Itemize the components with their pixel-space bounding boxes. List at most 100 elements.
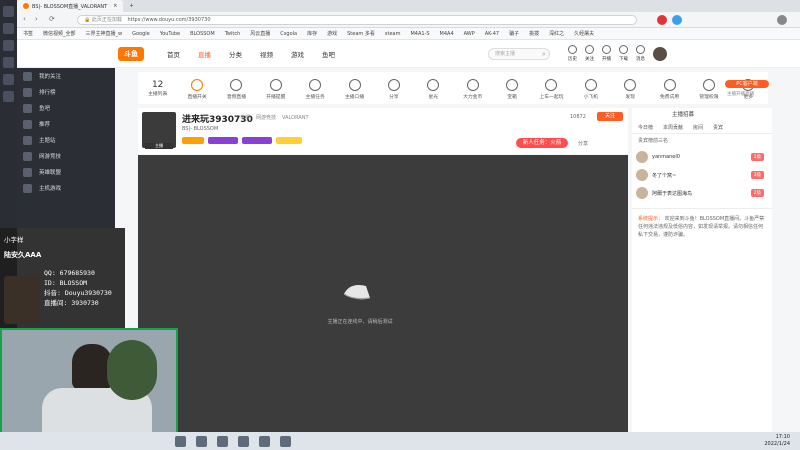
new-tab-button[interactable]: + bbox=[123, 0, 139, 12]
bookmark-item[interactable]: 库存 bbox=[307, 30, 317, 37]
close-tab-icon[interactable]: × bbox=[113, 3, 117, 9]
bookmark-item[interactable]: Google bbox=[132, 31, 150, 37]
bookmark-item[interactable]: 微信视频_全部 bbox=[43, 30, 76, 37]
tab-today[interactable]: 今日榜 bbox=[638, 124, 653, 131]
anchor-list-button[interactable]: 12 主播列表 bbox=[138, 80, 177, 97]
task-button[interactable]: 新人任务：火箭 bbox=[516, 138, 568, 148]
tab-room[interactable]: 房间 bbox=[693, 124, 703, 131]
video-player[interactable] bbox=[138, 155, 628, 432]
bookmark-item[interactable]: Twitch bbox=[225, 31, 241, 37]
search-icon[interactable]: ⌕ bbox=[542, 50, 546, 59]
bookmark-item[interactable]: 久经屠夫 bbox=[574, 30, 594, 37]
sidebar-item-games[interactable]: 网游竞技 bbox=[17, 148, 115, 164]
tool-live-switch[interactable]: 直播开关 bbox=[177, 77, 216, 100]
nav-yuba[interactable]: 鱼吧 bbox=[322, 49, 335, 59]
bookmark-item[interactable]: steam bbox=[385, 31, 401, 37]
rank-row[interactable]: 冬了个窝~ 3级 bbox=[632, 166, 772, 184]
bookmark-item[interactable]: M4A1-S bbox=[410, 31, 429, 37]
tool-car[interactable]: 上车一起玩 bbox=[532, 77, 571, 100]
tool-admin[interactable]: 管理权限 bbox=[689, 77, 728, 100]
messages-button[interactable]: 消息 bbox=[636, 45, 645, 62]
share-link[interactable]: 分享 bbox=[578, 140, 588, 147]
bookmark-item[interactable]: Steam 多看 bbox=[347, 30, 375, 37]
app-icon[interactable] bbox=[3, 91, 14, 102]
bookmark-item[interactable]: BLOSSOM bbox=[190, 31, 215, 37]
app-icon[interactable] bbox=[3, 74, 14, 85]
tool-trial[interactable]: 免费试用 bbox=[650, 77, 689, 100]
follow-list-button[interactable]: 关注 bbox=[585, 45, 594, 62]
pc-client-button[interactable]: PC客户端 bbox=[725, 80, 769, 88]
app-icon[interactable] bbox=[3, 6, 14, 17]
taskbar-app-icon[interactable] bbox=[238, 435, 249, 447]
sidebar-item-label: 鱼吧 bbox=[39, 106, 51, 112]
search-input[interactable]: 搜索主播 bbox=[488, 48, 550, 60]
nav-video[interactable]: 视频 bbox=[260, 49, 273, 59]
system-clock[interactable]: 17:10 2022/1/24 bbox=[764, 434, 790, 448]
tool-voice[interactable]: 主播口播 bbox=[335, 77, 374, 100]
extension-icon[interactable] bbox=[672, 15, 682, 25]
bookmark-item[interactable]: 骗子 bbox=[509, 30, 519, 37]
profile-icon[interactable] bbox=[777, 15, 787, 25]
tool-plane[interactable]: 小飞机 bbox=[571, 77, 610, 100]
rank-row[interactable]: yanmanel0 1级 bbox=[632, 148, 772, 166]
browser-tab-active[interactable]: BS|- BLOSSOM直播_VALORANT × bbox=[17, 0, 124, 12]
taskbar-app-icon[interactable] bbox=[217, 435, 228, 447]
tool-reminder[interactable]: 开播提醒 bbox=[256, 77, 295, 100]
bookmark-item[interactable]: M4A4 bbox=[440, 31, 454, 37]
forward-icon[interactable]: › bbox=[35, 15, 38, 23]
sidebar-item-lol[interactable]: 英雄联盟 bbox=[17, 164, 115, 180]
game-link[interactable]: VALORANT bbox=[282, 115, 309, 121]
tool-tasks[interactable]: 主播任务 bbox=[296, 77, 335, 100]
douyu-logo[interactable]: 斗鱼 bbox=[118, 47, 144, 61]
sidebar-item-recommend[interactable]: 推荐 bbox=[17, 116, 115, 132]
nav-games[interactable]: 游戏 bbox=[291, 49, 304, 59]
taskbar-app-icon[interactable] bbox=[259, 435, 270, 447]
sidebar-item-console[interactable]: 主机游戏 bbox=[17, 180, 115, 196]
tool-chest[interactable]: 宝箱 bbox=[492, 77, 531, 100]
sidebar-item-yuba[interactable]: 鱼吧 bbox=[17, 100, 115, 116]
back-icon[interactable]: ‹ bbox=[23, 15, 26, 23]
sidebar-item-following[interactable]: 我的关注 bbox=[17, 68, 115, 84]
bookmark-item[interactable]: 游戏 bbox=[327, 30, 337, 37]
rank-row[interactable]: 阿爾于表达图海鸟 2级 bbox=[632, 184, 772, 202]
user-avatar[interactable] bbox=[653, 46, 667, 61]
nav-live[interactable]: 直播 bbox=[198, 49, 211, 59]
app-icon[interactable] bbox=[3, 23, 14, 34]
bookmark-item[interactable]: YouTube bbox=[160, 31, 180, 37]
report-link[interactable]: 举报 bbox=[240, 114, 250, 121]
recruit-header[interactable]: 主播招募 bbox=[632, 108, 772, 122]
bookmark-item[interactable]: 风云直播 bbox=[250, 30, 270, 37]
tool-coins[interactable]: 大力金币 bbox=[453, 77, 492, 100]
history-button[interactable]: 历史 bbox=[568, 45, 577, 62]
nav-home[interactable]: 首页 bbox=[167, 49, 180, 59]
tab-vip[interactable]: 贵宾 bbox=[713, 124, 723, 131]
url-input[interactable]: 🔒 此页正在加载 https://www.douyu.com/3930730 bbox=[77, 15, 637, 25]
download-button[interactable]: 下载 bbox=[619, 45, 628, 62]
tool-audio[interactable]: 音频直播 bbox=[217, 77, 256, 100]
bookmark-item[interactable]: 挑拨 bbox=[529, 30, 539, 37]
tool-discover[interactable]: 发现 bbox=[611, 77, 650, 100]
tab-week[interactable]: 本周贡献 bbox=[663, 124, 683, 131]
taskbar-app-icon[interactable] bbox=[196, 435, 207, 447]
follow-button[interactable]: 关注 bbox=[597, 112, 623, 121]
bookmark-item[interactable]: AK-47 bbox=[485, 31, 499, 37]
sidebar-item-topic[interactable]: 主题站 bbox=[17, 132, 115, 148]
tool-star[interactable]: 星光 bbox=[414, 77, 453, 100]
tool-label: 免费试用 bbox=[659, 94, 680, 100]
category-link[interactable]: 网游竞技 bbox=[256, 114, 276, 121]
bookmark-item[interactable]: 三界主神直播_w bbox=[86, 30, 123, 37]
tool-share[interactable]: 分享 bbox=[374, 77, 413, 100]
nav-category[interactable]: 分类 bbox=[229, 49, 242, 59]
bookmark-item[interactable]: Csgola bbox=[280, 31, 297, 37]
windows-start-icon[interactable] bbox=[175, 435, 186, 447]
extension-icon[interactable] bbox=[657, 15, 667, 25]
sidebar-item-rank[interactable]: 排行榜 bbox=[17, 84, 115, 100]
app-icon[interactable] bbox=[3, 57, 14, 68]
bookmark-item[interactable]: 深红之 bbox=[549, 30, 564, 37]
taskbar-app-icon[interactable] bbox=[280, 435, 291, 447]
reload-icon[interactable]: ⟳ bbox=[49, 15, 55, 23]
bookmark-item[interactable]: AWP bbox=[464, 31, 475, 37]
bookmark-item[interactable]: 书签 bbox=[23, 30, 33, 37]
go-live-button[interactable]: 开播 bbox=[602, 45, 611, 62]
app-icon[interactable] bbox=[3, 40, 14, 51]
